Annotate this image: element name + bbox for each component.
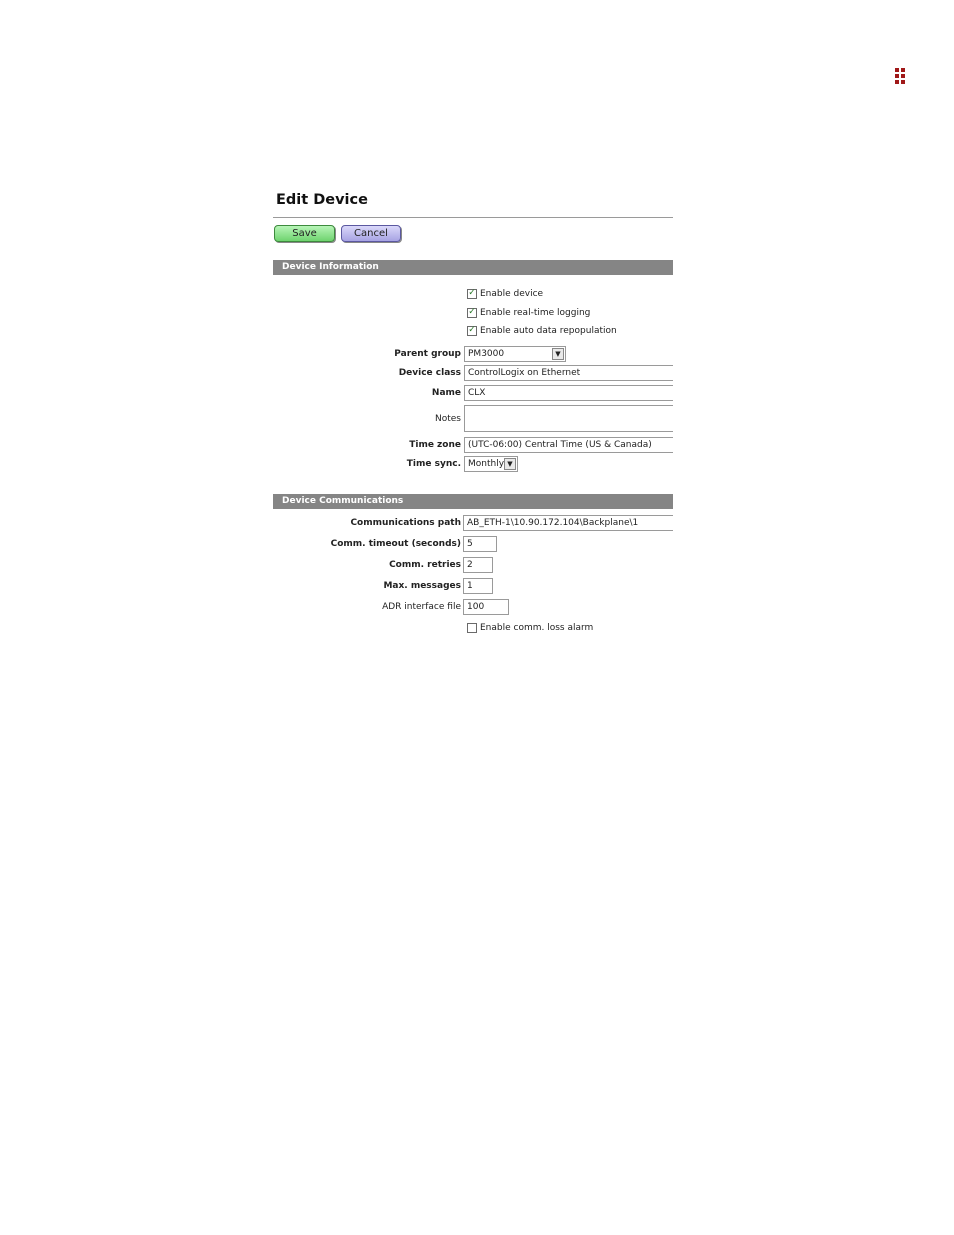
loss-alarm-label: Enable comm. loss alarm — [480, 622, 594, 633]
enable-logging-checkbox[interactable]: ✓ — [467, 307, 477, 318]
device-information-header: Device Information — [273, 260, 673, 275]
notes-textarea[interactable] — [464, 405, 673, 432]
time-zone-select[interactable]: (UTC-06:00) Central Time (US & Canada) — [464, 437, 673, 453]
page-title: Edit Device — [276, 192, 368, 208]
parent-group-value: PM3000 — [468, 349, 505, 359]
enable-adr-row[interactable]: ✓ Enable auto data repopulation — [467, 324, 617, 337]
parent-group-select[interactable]: PM3000 ▼ — [464, 346, 566, 362]
enable-device-label: Enable device — [480, 288, 544, 299]
notes-label: Notes — [435, 414, 461, 424]
loss-alarm-row[interactable]: Enable comm. loss alarm — [467, 621, 593, 634]
time-sync-label: Time sync. — [406, 459, 461, 469]
comm-timeout-input[interactable]: 5 — [463, 536, 497, 552]
parent-group-label: Parent group — [394, 349, 461, 359]
title-divider — [273, 217, 673, 218]
time-zone-label: Time zone — [409, 440, 461, 450]
cancel-button[interactable]: Cancel — [341, 225, 401, 242]
chevron-down-icon[interactable]: ▼ — [552, 348, 564, 360]
max-messages-label: Max. messages — [383, 581, 461, 591]
comm-path-input[interactable]: AB_ETH-1\10.90.172.104\Backplane\1 — [463, 515, 673, 531]
comm-path-label: Communications path — [350, 518, 461, 528]
chevron-down-icon[interactable]: ▼ — [504, 458, 516, 470]
device-class-field[interactable]: ControlLogix on Ethernet — [464, 365, 673, 381]
adr-interface-label: ADR interface file — [382, 602, 461, 612]
time-sync-value: Monthly — [468, 459, 505, 469]
enable-device-row[interactable]: ✓ Enable device — [467, 287, 543, 300]
save-button[interactable]: Save — [274, 225, 335, 242]
device-class-label: Device class — [398, 368, 461, 378]
adr-interface-input[interactable]: 100 — [463, 599, 509, 615]
edit-device-panel: Edit Device Save Cancel Device Informati… — [273, 187, 673, 637]
enable-device-checkbox[interactable]: ✓ — [467, 288, 477, 299]
max-messages-input[interactable]: 1 — [463, 578, 493, 594]
brand-logo-icon — [893, 68, 907, 86]
name-input[interactable]: CLX — [464, 385, 673, 401]
name-label: Name — [431, 388, 461, 398]
comm-retries-label: Comm. retries — [389, 560, 461, 570]
enable-logging-label: Enable real-time logging — [480, 307, 591, 318]
time-sync-select[interactable]: Monthly ▼ — [464, 456, 518, 472]
enable-logging-row[interactable]: ✓ Enable real-time logging — [467, 306, 590, 319]
device-communications-header: Device Communications — [273, 494, 673, 509]
enable-adr-label: Enable auto data repopulation — [480, 325, 617, 336]
comm-retries-input[interactable]: 2 — [463, 557, 493, 573]
enable-adr-checkbox[interactable]: ✓ — [467, 325, 477, 336]
loss-alarm-checkbox[interactable] — [467, 622, 477, 633]
comm-timeout-label: Comm. timeout (seconds) — [330, 539, 461, 549]
